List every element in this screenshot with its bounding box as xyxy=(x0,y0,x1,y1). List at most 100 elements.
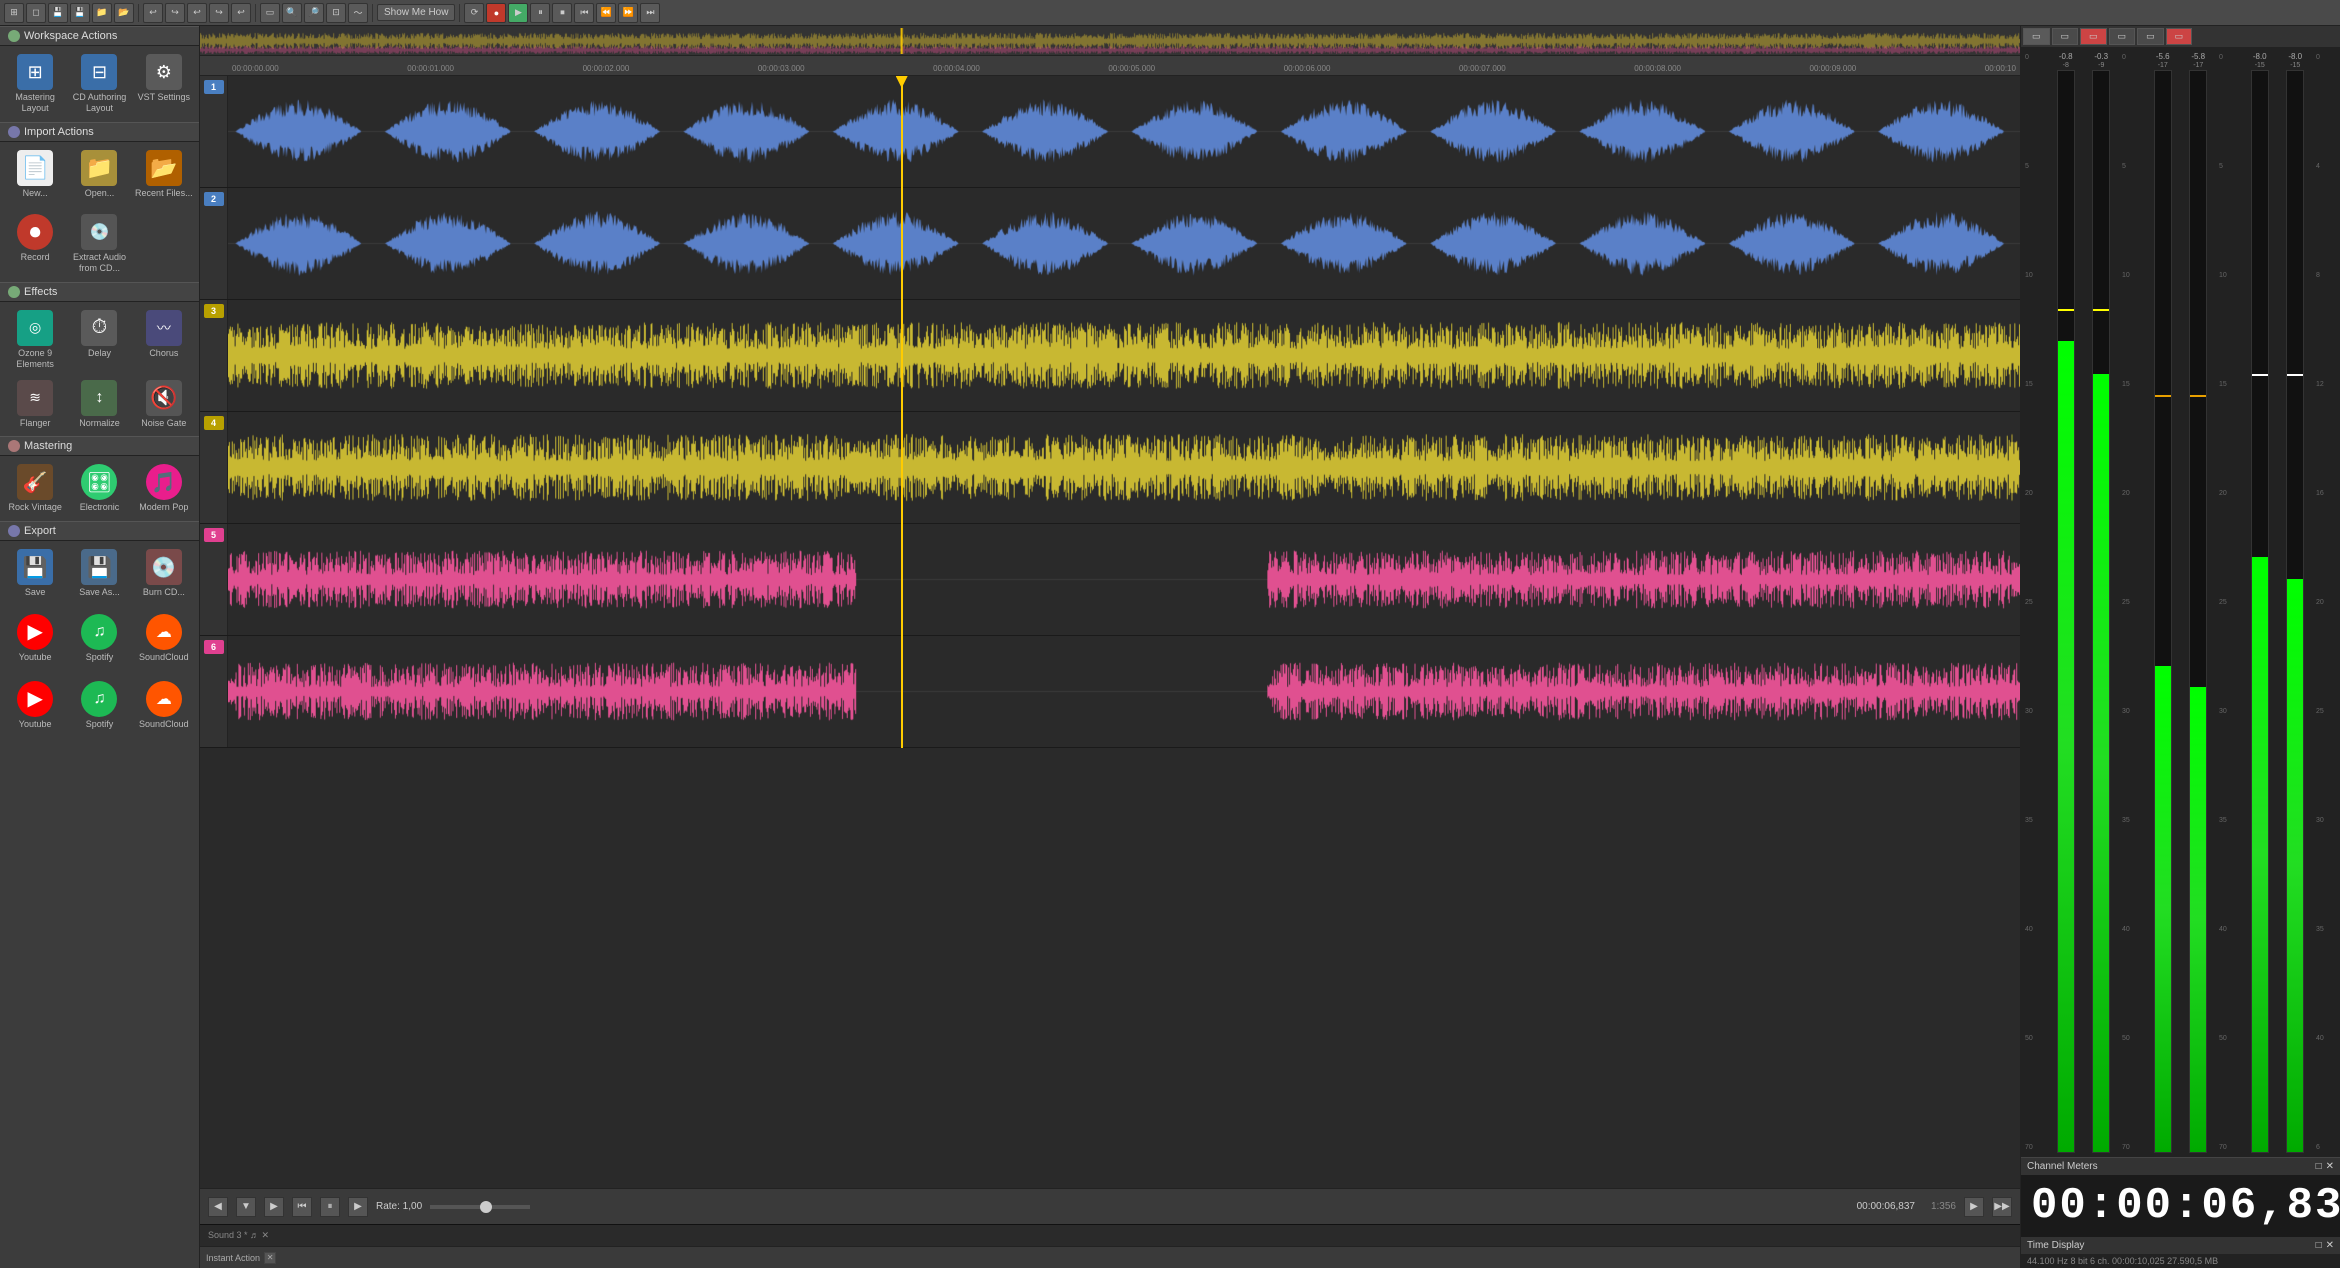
track-2-content[interactable] xyxy=(228,188,2020,299)
toolbar-btn-1[interactable]: ⊞ xyxy=(4,3,24,23)
mini-overview xyxy=(200,26,2020,56)
transport-play[interactable]: ▶ xyxy=(508,3,528,23)
time-display-close[interactable]: ✕ xyxy=(2326,1240,2334,1251)
transport-scroll-down[interactable]: ▼ xyxy=(236,1197,256,1217)
open-file-btn[interactable]: 📁 Open... xyxy=(68,146,130,203)
save-label: Save xyxy=(25,587,46,598)
spotify-import-btn[interactable]: ♫ Spotify xyxy=(68,677,130,734)
recent-files-btn[interactable]: 📂 Recent Files... xyxy=(133,146,195,203)
noise-gate-icon: 🔇 xyxy=(146,380,182,416)
transport-next[interactable]: ⏭ xyxy=(640,3,660,23)
scroll-right-btn2[interactable]: ▶▶ xyxy=(1992,1197,2012,1217)
meter-tab-4[interactable]: ▭ xyxy=(2109,28,2136,45)
meter-ch6-peak: -8.0 xyxy=(2288,52,2302,61)
meter-peak-6 xyxy=(2287,374,2303,376)
toolbar-btn-wave[interactable]: 〜 xyxy=(348,3,368,23)
soundcloud-import-btn[interactable]: ☁ SoundCloud xyxy=(133,677,195,734)
toolbar-btn-3[interactable]: 💾 xyxy=(48,3,68,23)
toolbar-btn-zoom-in[interactable]: 🔍 xyxy=(282,3,302,23)
normalize-btn[interactable]: ↕ Normalize xyxy=(68,376,130,433)
rate-slider[interactable] xyxy=(430,1205,530,1209)
toolbar-btn-undo[interactable]: ↩ xyxy=(143,3,163,23)
toolbar-btn-zoom-out[interactable]: 🔎 xyxy=(304,3,324,23)
transport-scroll-right[interactable]: ▶ xyxy=(264,1197,284,1217)
new-file-btn[interactable]: 📄 New... xyxy=(4,146,66,203)
channel-meters-close[interactable]: ✕ xyxy=(2326,1161,2334,1172)
transport-play-3[interactable]: ▶ xyxy=(348,1197,368,1217)
transport-fwd[interactable]: ⏩ xyxy=(618,3,638,23)
rock-vintage-btn[interactable]: 🎸 Rock Vintage xyxy=(4,460,66,517)
extract-audio-btn[interactable]: 💿 Extract Audio from CD... xyxy=(68,210,130,278)
track-1-content[interactable] xyxy=(228,76,2020,187)
meter-tab-6[interactable]: ▭ xyxy=(2166,28,2193,45)
spotify-export-btn[interactable]: ♫ Spotify xyxy=(68,610,130,667)
time-display-toggle[interactable]: □ xyxy=(2316,1240,2322,1251)
toolbar-btn-6[interactable]: 📂 xyxy=(114,3,134,23)
toolbar-btn-4[interactable]: 💾 xyxy=(70,3,90,23)
meters-area: 0 5 10 15 20 25 30 35 40 50 70 -0.8 -8 xyxy=(2021,48,2340,1157)
mastering-layout-icon: ⊞ xyxy=(17,54,53,90)
flanger-btn[interactable]: ≋ Flanger xyxy=(4,376,66,433)
delay-btn[interactable]: ⏱ Delay xyxy=(68,306,130,374)
transport-record-btn[interactable]: ● xyxy=(486,3,506,23)
save-as-icon: 💾 xyxy=(81,549,117,585)
channel-meters-toggle[interactable]: □ xyxy=(2316,1161,2322,1172)
transport-pause[interactable]: ⏸ xyxy=(530,3,550,23)
spotify-import-label: Spotify xyxy=(86,719,114,730)
soundcloud-export-btn[interactable]: ☁ SoundCloud xyxy=(133,610,195,667)
track-5-content[interactable] xyxy=(228,524,2020,635)
transport-loop[interactable]: ⟳ xyxy=(464,3,484,23)
meter-tab-1[interactable]: ▭ xyxy=(2023,28,2050,45)
electronic-label: Electronic xyxy=(80,502,120,513)
save-btn[interactable]: 💾 Save xyxy=(4,545,66,602)
save-as-btn[interactable]: 💾 Save As... xyxy=(68,545,130,602)
toolbar-btn-undo3[interactable]: ↩ xyxy=(231,3,251,23)
toolbar-btn-select[interactable]: ▭ xyxy=(260,3,280,23)
track-area[interactable]: 00:00:00.000 00:00:01.000 00:00:02.000 0… xyxy=(200,56,2020,1188)
track-4-content[interactable] xyxy=(228,412,2020,523)
transport-play-2[interactable]: ⏸ xyxy=(320,1197,340,1217)
electronic-btn[interactable]: 🎛 Electronic xyxy=(68,460,130,517)
transport-prev[interactable]: ⏮ xyxy=(574,3,594,23)
cd-authoring-btn[interactable]: ⊟ CD Authoring Layout xyxy=(68,50,130,118)
time-display-header: Time Display □ ✕ xyxy=(2021,1237,2340,1254)
instant-action-label: Instant Action xyxy=(206,1253,260,1263)
youtube-export-btn[interactable]: ▶ Youtube xyxy=(4,610,66,667)
toolbar-btn-zoom2[interactable]: ⊡ xyxy=(326,3,346,23)
transport-stop[interactable]: ⏹ xyxy=(552,3,572,23)
meter-tab-5[interactable]: ▭ xyxy=(2137,28,2164,45)
youtube-import-btn[interactable]: ▶ Youtube xyxy=(4,677,66,734)
meter-tab-3[interactable]: ▭ xyxy=(2080,28,2107,45)
toolbar-btn-redo[interactable]: ↪ xyxy=(165,3,185,23)
toolbar-btn-2[interactable]: ◻ xyxy=(26,3,46,23)
show-me-how-button[interactable]: Show Me How xyxy=(377,4,455,21)
toolbar-btn-undo2[interactable]: ↩ xyxy=(187,3,207,23)
youtube-export-label: Youtube xyxy=(19,652,52,663)
track-6-content[interactable] xyxy=(228,636,2020,747)
import-actions-header: Import Actions xyxy=(0,122,199,142)
track-3-content[interactable] xyxy=(228,300,2020,411)
noise-gate-btn[interactable]: 🔇 Noise Gate xyxy=(133,376,195,433)
transport-to-start[interactable]: ⏮ xyxy=(292,1197,312,1217)
meter-tab-2[interactable]: ▭ xyxy=(2052,28,2079,45)
vst-settings-btn[interactable]: ⚙ VST Settings xyxy=(133,50,195,118)
scroll-right-btn[interactable]: ▶ xyxy=(1964,1197,1984,1217)
workspace-actions-header: Workspace Actions xyxy=(0,26,199,46)
ozone-btn[interactable]: ◎ Ozone 9 Elements xyxy=(4,306,66,374)
ruler-mark-6: 00:00:06.000 xyxy=(1284,64,1331,73)
instant-action-close[interactable]: ✕ xyxy=(264,1252,276,1264)
workspace-icon xyxy=(8,30,20,42)
meter-bar-3 xyxy=(2154,70,2172,1153)
transport-scroll-left[interactable]: ◀ xyxy=(208,1197,228,1217)
chorus-btn[interactable]: 〰 Chorus xyxy=(133,306,195,374)
playhead[interactable] xyxy=(901,76,903,748)
track-6-waveform xyxy=(228,636,2020,747)
mastering-layout-btn[interactable]: ⊞ Mastering Layout xyxy=(4,50,66,118)
track-2-badge: 2 xyxy=(204,192,224,206)
burn-cd-btn[interactable]: 💿 Burn CD... xyxy=(133,545,195,602)
toolbar-btn-5[interactable]: 📁 xyxy=(92,3,112,23)
modern-pop-btn[interactable]: 🎵 Modern Pop xyxy=(133,460,195,517)
record-btn[interactable]: ⏺ Record xyxy=(4,210,66,278)
transport-rew[interactable]: ⏪ xyxy=(596,3,616,23)
toolbar-btn-redo2[interactable]: ↪ xyxy=(209,3,229,23)
